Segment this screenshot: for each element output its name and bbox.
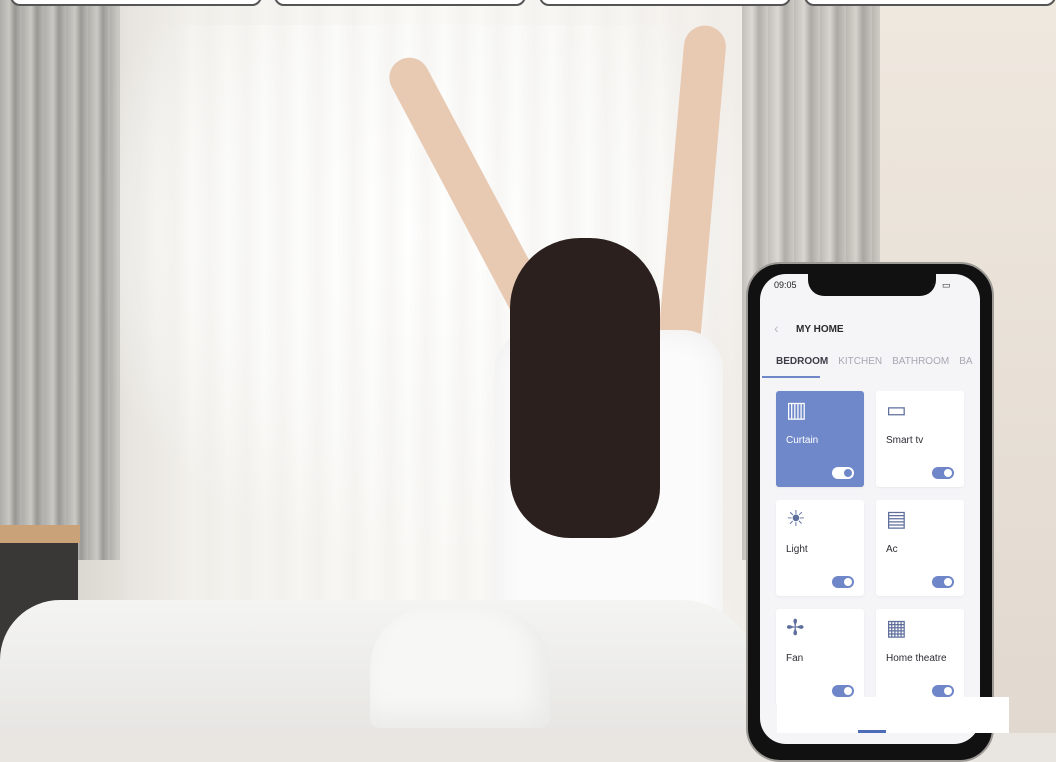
tab-bathroom[interactable]: BATHROOM <box>892 356 949 367</box>
top-tab-1[interactable] <box>10 0 262 6</box>
fan-icon: ✢ <box>786 615 805 640</box>
active-tab-underline <box>762 376 820 378</box>
device-toggle[interactable] <box>832 576 854 588</box>
status-time: 09:05 <box>774 280 797 290</box>
battery-icon: ▭ <box>941 280 953 290</box>
bottom-white-overlay <box>777 697 1009 733</box>
speaker-icon: ▦ <box>886 615 907 640</box>
phone-notch <box>808 274 936 296</box>
tv-icon: ▭ <box>886 397 907 422</box>
curtain-icon: ▥ <box>786 397 807 422</box>
bulb-icon: ☀ <box>786 506 806 531</box>
device-label: Light <box>786 544 808 555</box>
device-label: Home theatre <box>886 653 947 664</box>
device-card-ac[interactable]: ▤ Ac <box>876 500 964 596</box>
device-card-fan[interactable]: ✢ Fan <box>776 609 864 705</box>
device-card-curtain[interactable]: ▥ Curtain <box>776 391 864 487</box>
device-label: Smart tv <box>886 435 924 446</box>
pillow <box>370 608 550 728</box>
nightstand-top <box>0 525 80 543</box>
device-card-light[interactable]: ☀ Light <box>776 500 864 596</box>
tab-bedroom[interactable]: BEDROOM <box>776 356 828 367</box>
device-toggle[interactable] <box>932 685 954 697</box>
device-label: Ac <box>886 544 898 555</box>
device-label: Fan <box>786 653 804 664</box>
back-chevron-icon[interactable]: ‹ <box>774 320 779 336</box>
top-tab-4[interactable] <box>804 0 1056 6</box>
device-card-smart-tv[interactable]: ▭ Smart tv <box>876 391 964 487</box>
page-title: MY HOME <box>796 324 844 335</box>
wifi-icon: ◔ <box>930 280 938 290</box>
top-tab-3[interactable] <box>539 0 791 6</box>
device-card-home-theatre[interactable]: ▦ Home theatre <box>876 609 964 705</box>
tab-more[interactable]: BA <box>959 356 972 367</box>
device-toggle[interactable] <box>932 576 954 588</box>
left-curtain <box>0 0 120 560</box>
person-hair <box>510 238 660 538</box>
ac-icon: ▤ <box>886 506 907 531</box>
device-toggle[interactable] <box>832 685 854 697</box>
tab-kitchen[interactable]: KITCHEN <box>838 356 882 367</box>
top-tab-2[interactable] <box>274 0 526 6</box>
device-toggle[interactable] <box>932 467 954 479</box>
status-icons: ◔ ▭ <box>930 280 952 291</box>
device-toggle[interactable] <box>832 467 854 479</box>
device-label: Curtain <box>786 435 819 446</box>
room-tabs: BEDROOM KITCHEN BATHROOM BA <box>776 356 973 367</box>
